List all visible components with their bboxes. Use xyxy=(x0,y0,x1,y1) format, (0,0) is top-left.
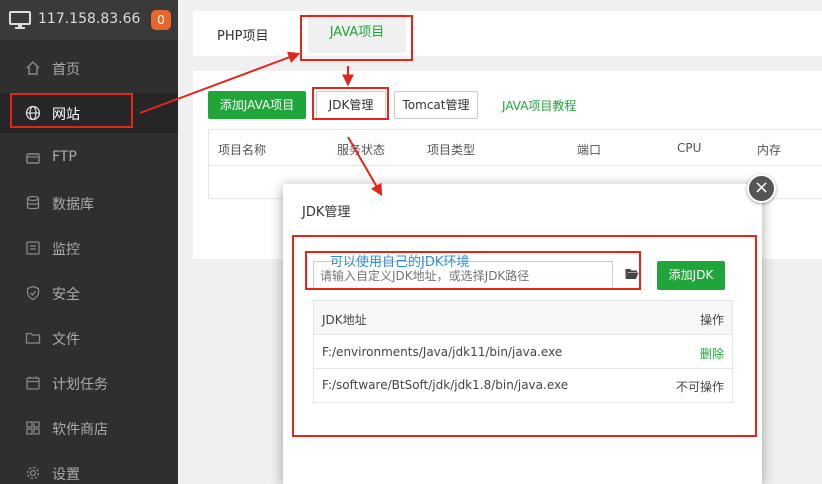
arrow-jdk-button-to-modal xyxy=(347,136,383,197)
arrow-sidebar-to-tab xyxy=(139,51,301,114)
annotation-arrows xyxy=(139,51,383,197)
